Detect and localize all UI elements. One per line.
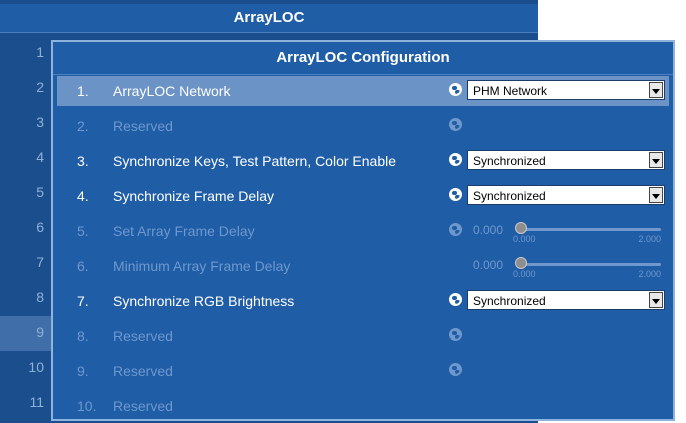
slider-track [521,263,661,266]
background-row-7[interactable]: 7 [0,246,52,281]
sync-keys-select[interactable]: Synchronized [467,150,665,170]
background-row-8[interactable]: 8 [0,281,52,316]
background-row-2[interactable]: 2 [0,71,52,106]
row-number: 1. [77,83,89,99]
config-row-set-array-frame-delay: 5. Set Array Frame Delay 0.000 0.000 2.0… [57,216,669,246]
row-number: 7. [77,293,89,309]
sync-rgb-select[interactable]: Synchronized [467,290,665,310]
row-number: 3. [77,153,89,169]
config-row-sync-rgb-brightness[interactable]: 7. Synchronize RGB Brightness Synchroniz… [57,286,669,316]
dialog-title: ArrayLOC Configuration [53,42,673,75]
min-frame-delay-slider: 0.000 2.000 [513,255,661,279]
configuration-dialog: ArrayLOC Configuration 1. ArrayLOC Netwo… [51,40,675,421]
globe-icon [449,328,462,341]
background-row-4[interactable]: 4 [0,141,52,176]
sync-frame-delay-select[interactable]: Synchronized [467,185,665,205]
slider-value: 0.000 [473,258,504,272]
globe-icon [449,118,462,131]
row-number: 6. [77,258,89,274]
row-label: Reserved [113,398,173,414]
network-select[interactable]: PHM Network [467,80,665,100]
slider-value: 0.000 [473,223,504,237]
background-row-10[interactable]: 10 [0,351,52,386]
row-label: ArrayLOC Network [113,83,231,99]
globe-icon [449,83,462,96]
globe-icon [449,153,462,166]
row-number: 4. [77,188,89,204]
window-title: ArrayLOC [0,4,538,33]
row-label: Reserved [113,118,173,134]
chevron-down-icon[interactable] [649,152,663,168]
row-label: Reserved [113,363,173,379]
row-number: 8. [77,328,89,344]
config-row-reserved-9: 9. Reserved [57,356,669,386]
background-row-3[interactable]: 3 [0,106,52,141]
row-label: Synchronize RGB Brightness [113,293,295,309]
row-label: Reserved [113,328,173,344]
slider-max: 2.000 [638,234,661,244]
background-row-9[interactable]: 9 [0,316,52,351]
config-row-reserved-2: 2. Reserved [57,111,669,141]
row-number: 2. [77,118,89,134]
chevron-down-icon[interactable] [649,82,663,98]
background-row-6[interactable]: 6 [0,211,52,246]
globe-icon [449,188,462,201]
row-number: 5. [77,223,89,239]
config-row-min-array-frame-delay: 6. Minimum Array Frame Delay 0.000 0.000… [57,251,669,281]
globe-icon [449,363,462,376]
slider-max: 2.000 [638,269,661,279]
row-label: Synchronize Frame Delay [113,188,275,204]
config-row-arrayloc-network[interactable]: 1. ArrayLOC Network PHM Network [57,76,669,106]
slider-min: 0.000 [513,269,536,279]
config-row-sync-keys[interactable]: 3. Synchronize Keys, Test Pattern, Color… [57,146,669,176]
background-row-5[interactable]: 5 [0,176,52,211]
globe-icon [449,293,462,306]
row-number: 10. [77,398,97,414]
background-row-1[interactable]: 1 [0,36,52,71]
slider-min: 0.000 [513,234,536,244]
slider-track [521,228,661,231]
config-row-sync-frame-delay[interactable]: 4. Synchronize Frame Delay Synchronized [57,181,669,211]
globe-icon [449,223,462,236]
slider-handle [515,222,527,234]
chevron-down-icon[interactable] [649,292,663,308]
row-label: Synchronize Keys, Test Pattern, Color En… [113,153,397,169]
frame-delay-slider: 0.000 2.000 [513,220,661,244]
row-number: 9. [77,363,89,379]
slider-handle [515,257,527,269]
config-row-reserved-8: 8. Reserved [57,321,669,351]
row-label: Set Array Frame Delay [113,223,255,239]
background-row-11[interactable]: 11 [0,386,52,421]
chevron-down-icon[interactable] [649,187,663,203]
config-row-reserved-10: 10. Reserved [57,391,669,421]
row-label: Minimum Array Frame Delay [113,258,291,274]
